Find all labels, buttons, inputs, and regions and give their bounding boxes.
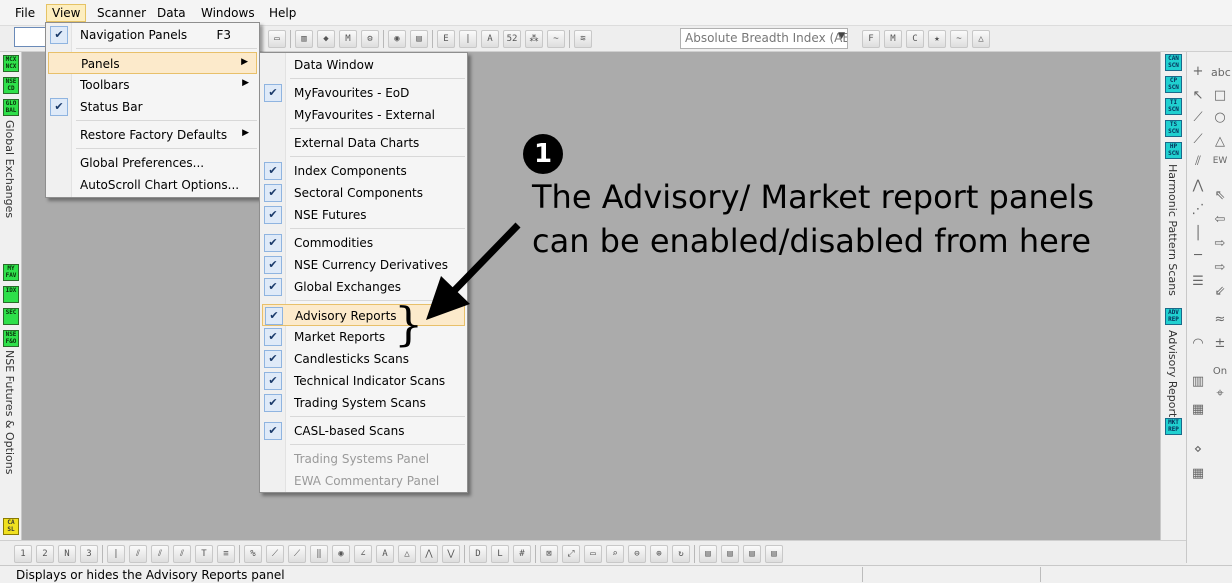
annotation-arrow-layer: }: [394, 222, 521, 351]
annotation-arrow-icon: [426, 222, 521, 320]
annotation-brace: }: [394, 297, 423, 351]
